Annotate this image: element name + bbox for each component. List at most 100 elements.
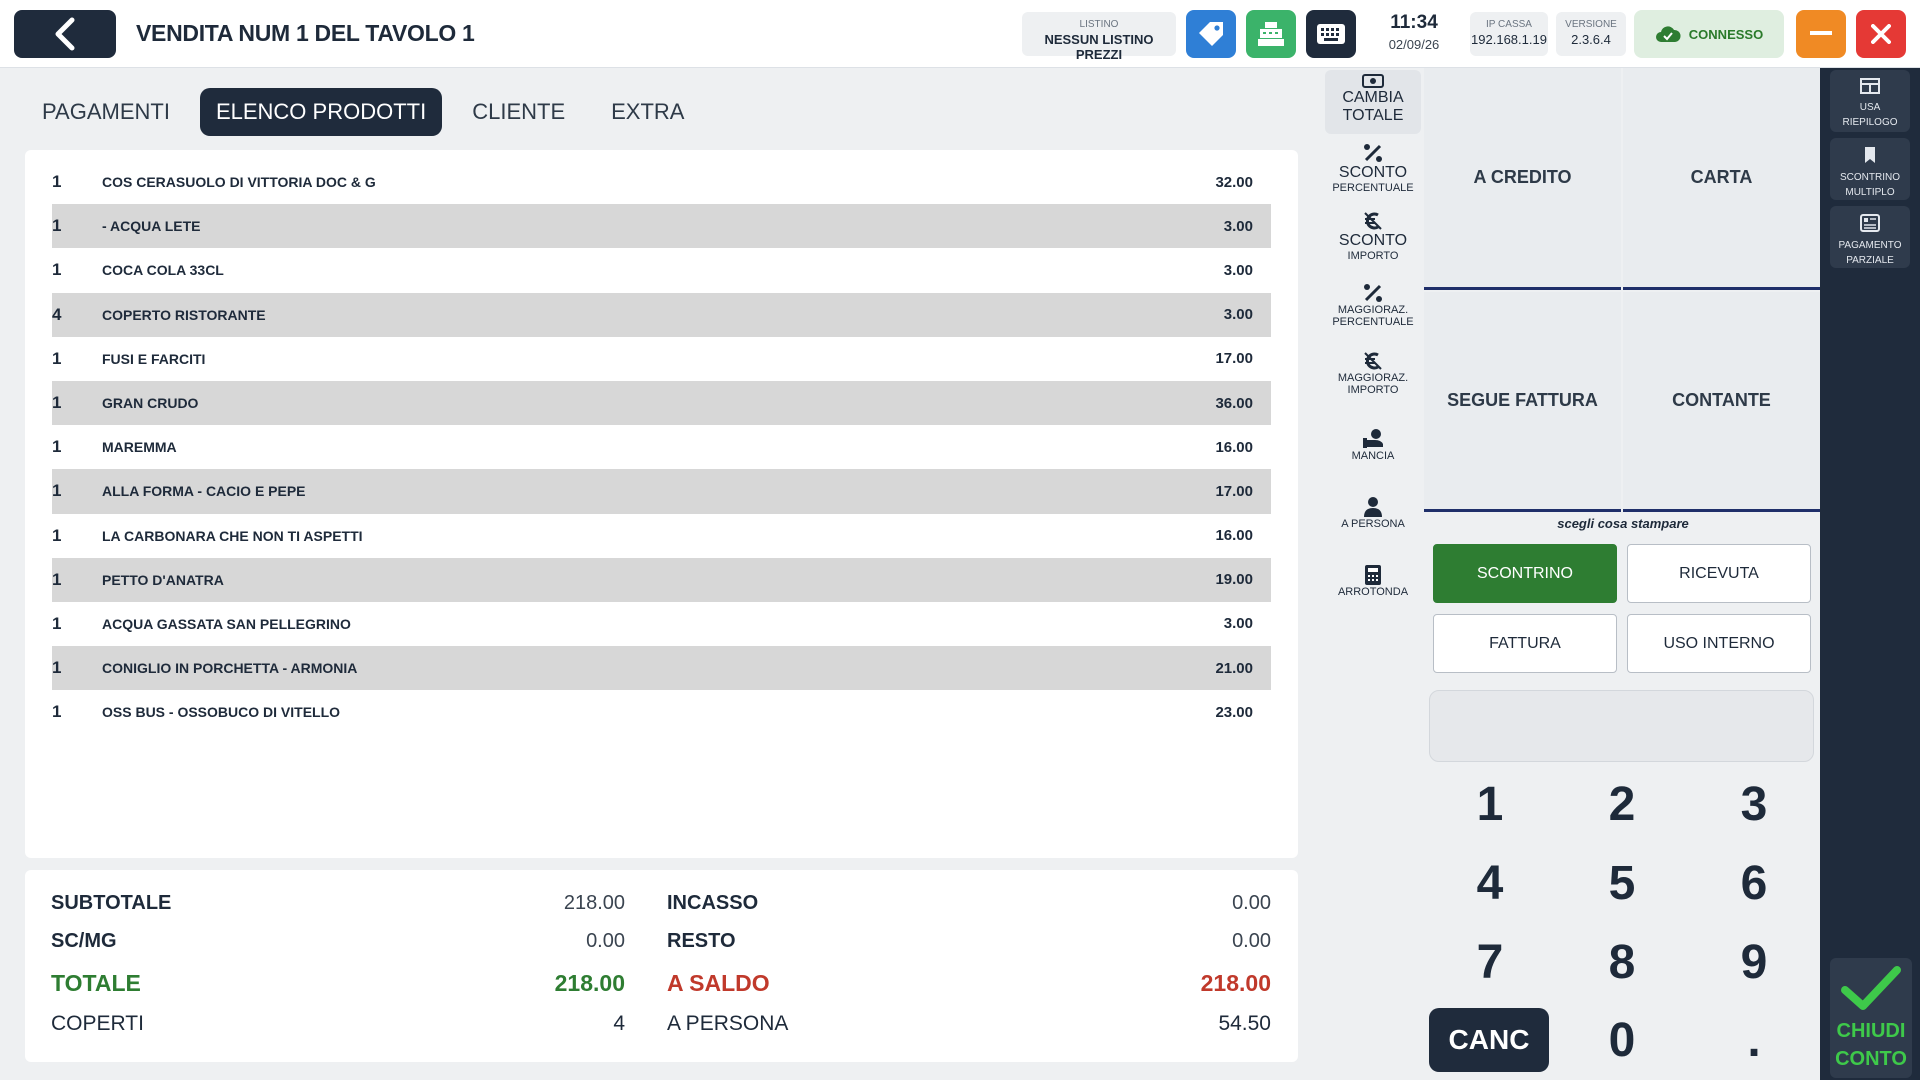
key-9[interactable]: 9 [1694, 930, 1814, 994]
carta-button[interactable]: CARTA [1623, 68, 1820, 290]
fattura-button[interactable]: FATTURA [1433, 614, 1617, 673]
table-row[interactable]: 1 PETTO D'ANATRA 19.00 [52, 557, 1271, 602]
product-price: 16.00 [1215, 527, 1253, 545]
contante-button[interactable]: CONTANTE [1623, 292, 1820, 512]
chiudi-conto-button[interactable]: CHIUDI CONTO [1830, 958, 1912, 1078]
scmg-label: SC/MG [51, 930, 117, 952]
pagamento-parziale-line1: PAGAMENTO [1838, 240, 1902, 251]
key-3[interactable]: 3 [1694, 772, 1814, 836]
product-name: OSS BUS - OSSOBUCO DI VITELLO [102, 704, 341, 721]
table-row[interactable]: 1 LA CARBONARA CHE NON TI ASPETTI 16.00 [52, 514, 1271, 558]
product-name: COS CERASUOLO DI VITTORIA DOC & G [102, 174, 376, 191]
table-row[interactable]: 4 COPERTO RISTORANTE 3.00 [52, 292, 1271, 337]
product-qty: 1 [52, 393, 62, 413]
a-persona-button[interactable]: A PERSONA [1325, 496, 1421, 530]
product-name: ALLA FORMA - CACIO E PEPE [102, 483, 306, 500]
keyboard-icon [1317, 24, 1345, 44]
product-qty: 1 [52, 172, 62, 192]
table-row[interactable]: 1 ACQUA GASSATA SAN PELLEGRINO 3.00 [52, 602, 1271, 646]
tag-icon [1199, 22, 1223, 46]
tab-pagamenti[interactable]: PAGAMENTI [26, 88, 186, 136]
sconto-importo-button[interactable]: SCONTO IMPORTO [1325, 210, 1421, 262]
key-4[interactable]: 4 [1430, 851, 1550, 915]
minimize-button[interactable] [1796, 10, 1846, 58]
product-name: GRAN CRUDO [102, 395, 199, 412]
a-persona-label: A PERSONA [1341, 518, 1405, 530]
uso-interno-button[interactable]: USO INTERNO [1627, 614, 1811, 673]
ip-value: 192.168.1.19 [1471, 32, 1547, 47]
product-price: 17.00 [1215, 482, 1253, 500]
table-row[interactable]: 1 ALLA FORMA - CACIO E PEPE 17.00 [52, 469, 1271, 514]
coperti-value: 4 [613, 1012, 625, 1035]
key-5[interactable]: 5 [1562, 851, 1682, 915]
keyboard-button[interactable] [1306, 10, 1356, 58]
key-dot[interactable]: . [1694, 1008, 1814, 1072]
amount-input[interactable] [1429, 690, 1814, 762]
key-0[interactable]: 0 [1562, 1008, 1682, 1072]
ricevuta-button[interactable]: RICEVUTA [1627, 544, 1811, 603]
table-row[interactable]: 1 - ACQUA LETE 3.00 [52, 204, 1271, 249]
coperti-row: COPERTI 4 [25, 1012, 625, 1040]
coperti-label: COPERTI [51, 1012, 144, 1035]
table-row[interactable]: 1 OSS BUS - OSSOBUCO DI VITELLO 23.00 [52, 690, 1271, 734]
maggiorazione-percentuale-button[interactable]: MAGGIORAZ. PERCENTUALE [1325, 282, 1421, 328]
sconto-percentuale-button[interactable]: SCONTO PERCENTUALE [1325, 142, 1421, 194]
close-button[interactable] [1856, 10, 1906, 58]
product-qty: 1 [52, 437, 62, 457]
price-tag-button[interactable] [1186, 10, 1236, 58]
product-qty: 1 [52, 569, 62, 589]
tab-elenco-prodotti[interactable]: ELENCO PRODOTTI [199, 88, 443, 136]
product-price: 3.00 [1223, 217, 1253, 235]
connection-status-label: CONNESSO [1688, 26, 1764, 42]
cash-register-button[interactable] [1246, 10, 1296, 58]
table-row[interactable]: 1 GRAN CRUDO 36.00 [52, 380, 1271, 426]
mancia-button[interactable]: MANCIA [1325, 428, 1421, 462]
segue-fattura-button[interactable]: SEGUE FATTURA [1424, 292, 1621, 512]
mancia-label: MANCIA [1351, 450, 1395, 462]
totale-value: 218.00 [554, 970, 625, 996]
product-price: 3.00 [1223, 306, 1253, 324]
tab-cliente[interactable]: CLIENTE [456, 88, 581, 136]
key-8[interactable]: 8 [1562, 930, 1682, 994]
product-name: COCA COLA 33CL [102, 262, 224, 279]
canc-button[interactable]: CANC [1429, 1008, 1549, 1072]
resto-row: RESTO 0.00 [667, 930, 1271, 956]
cambia-totale-button[interactable]: CAMBIA TOTALE [1325, 70, 1421, 134]
tab-bar: PAGAMENTI ELENCO PRODOTTI CLIENTE EXTRA [26, 88, 700, 136]
scmg-row: SC/MG 0.00 [25, 930, 625, 956]
maggiorazione-importo-line2: IMPORTO [1347, 384, 1399, 396]
arrotonda-button[interactable]: ARROTONDA [1325, 564, 1421, 598]
subtotale-value: 218.00 [563, 892, 625, 914]
tab-extra[interactable]: EXTRA [595, 88, 700, 136]
persona-label: A PERSONA [667, 1012, 789, 1035]
table-row[interactable]: 1 FUSI E FARCITI 17.00 [52, 337, 1271, 381]
key-1[interactable]: 1 [1430, 772, 1550, 836]
maggiorazione-importo-button[interactable]: MAGGIORAZ. IMPORTO [1325, 350, 1421, 396]
product-name: ACQUA GASSATA SAN PELLEGRINO [102, 615, 351, 632]
table-row[interactable]: 1 COCA COLA 33CL 3.00 [52, 248, 1271, 292]
a-credito-button[interactable]: A CREDITO [1424, 68, 1621, 290]
scontrino-button[interactable]: SCONTRINO [1433, 544, 1617, 603]
connection-status[interactable]: CONNESSO [1634, 10, 1784, 58]
scontrino-multiplo-button[interactable]: SCONTRINO MULTIPLO [1830, 138, 1910, 200]
key-6[interactable]: 6 [1694, 851, 1814, 915]
usa-riepilogo-button[interactable]: USA RIEPILOGO [1830, 70, 1910, 132]
usa-riepilogo-line2: RIEPILOGO [1842, 117, 1898, 128]
product-name: MAREMMA [102, 439, 177, 456]
table-row[interactable]: 1 MAREMMA 16.00 [52, 425, 1271, 469]
euro-slash-icon [1364, 352, 1382, 370]
back-button[interactable] [14, 10, 116, 58]
listino-box[interactable]: LISTINO NESSUN LISTINO PREZZI [1022, 12, 1176, 62]
table-row[interactable]: 1 COS CERASUOLO DI VITTORIA DOC & G 32.00 [52, 160, 1271, 204]
key-7[interactable]: 7 [1430, 930, 1550, 994]
key-2[interactable]: 2 [1562, 772, 1682, 836]
maggiorazione-percentuale-line1: MAGGIORAZ. [1337, 304, 1409, 316]
incasso-value: 0.00 [1232, 892, 1271, 914]
resto-value: 0.00 [1232, 930, 1271, 952]
totale-row: TOTALE 218.00 [25, 970, 625, 1000]
saldo-value: 218.00 [1200, 970, 1271, 996]
euro-slash-icon [1364, 212, 1382, 230]
cloud-check-icon [1655, 26, 1681, 42]
table-row[interactable]: 1 CONIGLIO IN PORCHETTA - ARMONIA 21.00 [52, 646, 1271, 691]
pagamento-parziale-button[interactable]: PAGAMENTO PARZIALE [1830, 206, 1910, 268]
